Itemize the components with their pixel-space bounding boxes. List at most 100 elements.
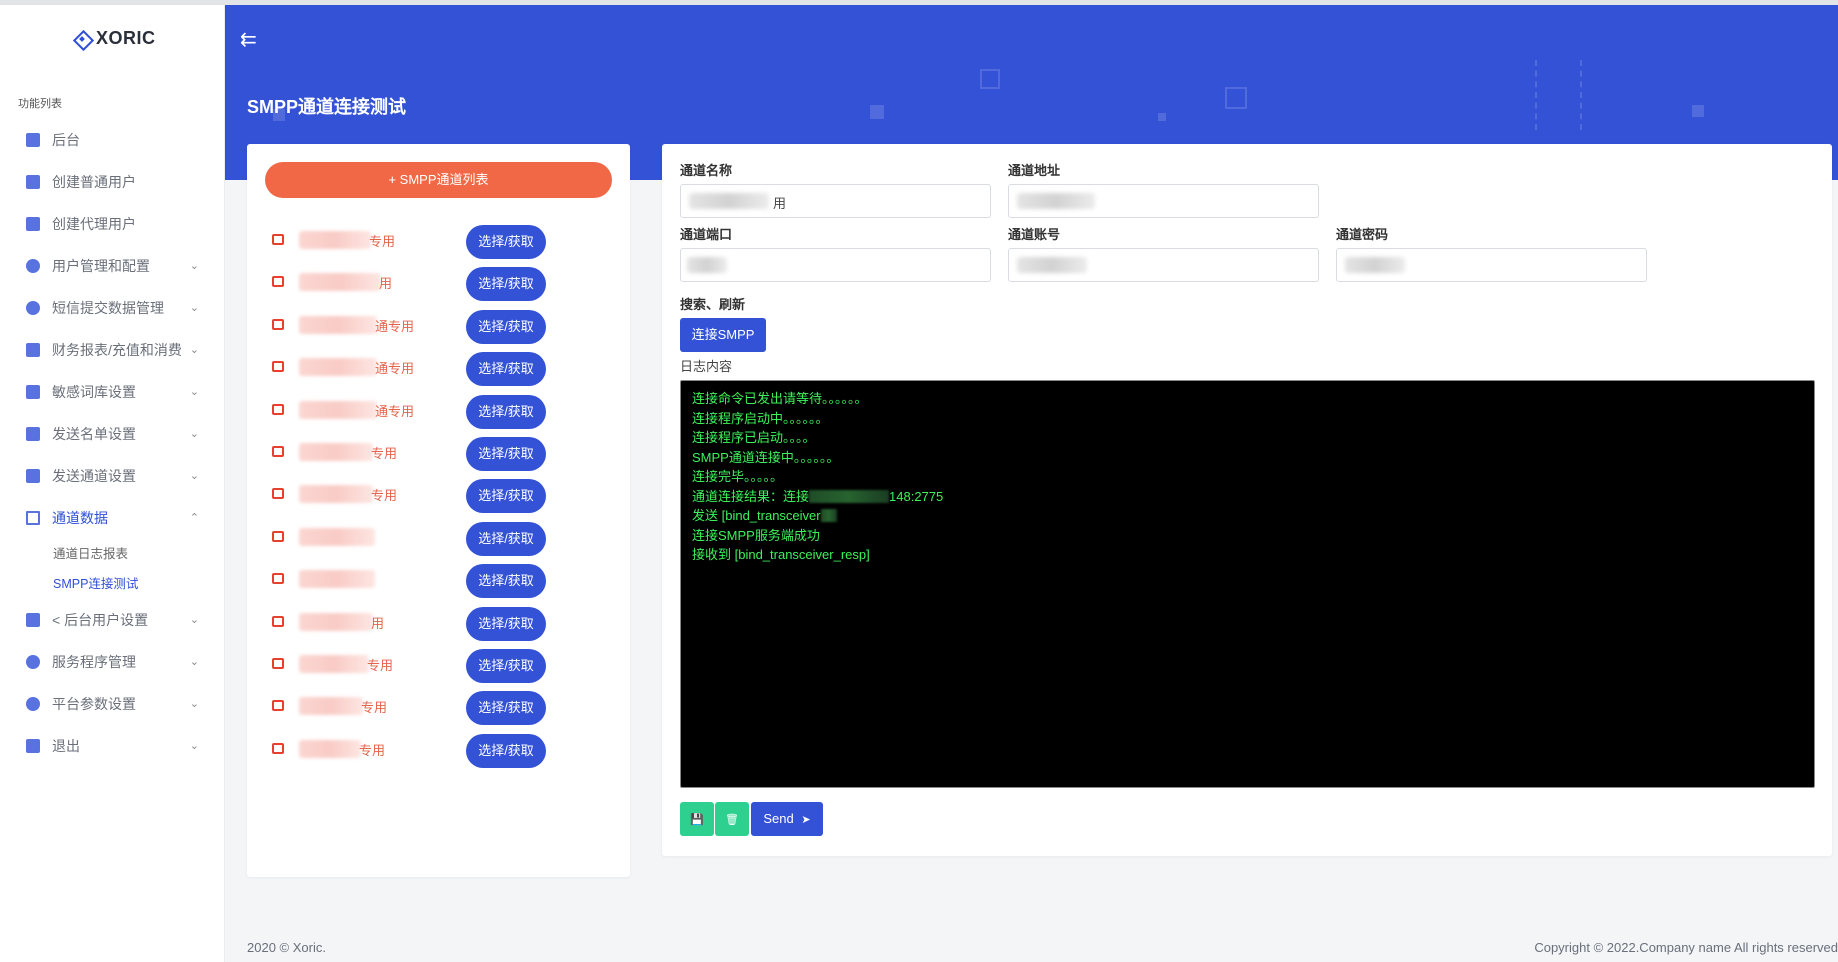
- menu-item-icon: [26, 655, 40, 669]
- decor-dash: [1535, 60, 1537, 130]
- sidebar-item-label: < 后台用户设置: [52, 612, 149, 628]
- sidebar-item[interactable]: 退出 ⌄: [0, 725, 225, 767]
- channel-name-suffix: 通专用: [375, 403, 415, 419]
- select-channel-button[interactable]: 选择/获取: [466, 309, 546, 344]
- channel-row: 专用 选择/获取: [247, 224, 630, 266]
- channel-name-suffix: 专用: [359, 742, 386, 758]
- channel-name-suffix: 用: [773, 196, 787, 211]
- channel-row: 专用 选择/获取: [247, 690, 630, 732]
- footer-left: 2020 © Xoric.: [247, 940, 326, 955]
- menu-item-icon: [26, 427, 40, 441]
- redacted-channel-name: [299, 231, 371, 249]
- inbox-icon: [272, 530, 284, 542]
- sidebar-item-label: 创建普通用户: [52, 174, 136, 190]
- select-channel-button[interactable]: 选择/获取: [466, 352, 546, 387]
- console-line: 连接程序已启动。。。。: [692, 430, 816, 445]
- sidebar-item[interactable]: 服务程序管理 ⌄: [0, 641, 225, 683]
- channel-name-suffix: 专用: [361, 700, 388, 716]
- select-channel-button[interactable]: 选择/获取: [466, 606, 546, 641]
- redacted-value: [1345, 257, 1405, 273]
- sidebar-item[interactable]: 发送通道设置 ⌄: [0, 455, 225, 497]
- console-line: 接收到 [bind_transceiver_resp]: [692, 547, 870, 562]
- channel-name-suffix: 通专用: [375, 318, 415, 334]
- sidebar-item[interactable]: 财务报表/充值和消费 ⌄: [0, 329, 225, 371]
- connect-smpp-button[interactable]: 连接SMPP: [680, 318, 766, 352]
- log-console[interactable]: 连接命令已发出请等待。。。。。。 连接程序启动中。。。。。。 连接程序已启动。。。。…: [680, 380, 1815, 788]
- select-channel-button[interactable]: 选择/获取: [466, 733, 546, 768]
- console-line: 连接完毕。。。。。: [692, 469, 784, 484]
- save-button[interactable]: 💾: [680, 802, 714, 836]
- sidebar-item-label: 用户管理和配置: [52, 258, 150, 274]
- chevron-down-icon: ⌄: [189, 698, 199, 710]
- logo[interactable]: XORIC: [74, 28, 156, 49]
- menu-item-icon: [26, 343, 40, 357]
- sidebar: XORIC 功能列表 后台创建普通用户 创建代理用户 用户管理和配置 ⌄ 短信提交数据管…: [0, 5, 225, 962]
- channel-name-input[interactable]: 用: [680, 184, 991, 218]
- sidebar-item[interactable]: 创建代理用户: [0, 203, 225, 245]
- channel-name-suffix: 用: [371, 615, 385, 631]
- sidebar-item[interactable]: 创建普通用户: [0, 161, 225, 203]
- decor-dash: [1580, 60, 1582, 130]
- sidebar-item[interactable]: 短信提交数据管理 ⌄: [0, 287, 225, 329]
- menu-item-icon: [26, 175, 40, 189]
- menu-collapse-icon[interactable]: ⇇: [240, 27, 257, 52]
- select-channel-button[interactable]: 选择/获取: [466, 521, 546, 556]
- select-channel-button[interactable]: 选择/获取: [466, 394, 546, 429]
- trash-icon: 🗑: [725, 814, 739, 826]
- channel-address-label: 通道地址: [1008, 163, 1061, 178]
- inbox-icon: [272, 276, 284, 288]
- menu-section-title: 功能列表: [18, 98, 62, 110]
- sidebar-menu: 后台创建普通用户 创建代理用户 用户管理和配置 ⌄ 短信提交数据管理 ⌄ 财务报表/充值和消…: [0, 119, 225, 767]
- decor-dot: [1158, 113, 1166, 121]
- channel-password-input[interactable]: [1336, 248, 1647, 282]
- channel-name-suffix: 专用: [371, 445, 398, 461]
- select-channel-button[interactable]: 选择/获取: [466, 436, 546, 471]
- select-channel-button[interactable]: 选择/获取: [466, 267, 546, 302]
- inbox-icon: [272, 742, 284, 754]
- select-channel-button[interactable]: 选择/获取: [466, 691, 546, 726]
- inbox-icon: [272, 234, 284, 245]
- sidebar-item[interactable]: 后台: [0, 119, 225, 161]
- chevron-down-icon: ⌄: [189, 260, 199, 272]
- redacted-channel-name: [299, 485, 373, 504]
- log-content-label: 日志内容: [680, 359, 733, 374]
- sidebar-item-label: 创建代理用户: [52, 216, 136, 232]
- redacted-value: [1017, 257, 1087, 273]
- console-line: 连接命令已发出请等待。。。。。。: [692, 391, 868, 406]
- send-button[interactable]: Send ➤: [751, 802, 823, 836]
- select-channel-button[interactable]: 选择/获取: [466, 479, 546, 514]
- sidebar-subitem[interactable]: 通道日志报表: [0, 539, 225, 569]
- channel-port-label: 通道端口: [680, 227, 733, 242]
- chevron-down-icon: ⌄: [189, 740, 199, 752]
- redacted-channel-name: [299, 315, 377, 334]
- console-line: 连接SMPP服务端成功: [692, 527, 820, 543]
- sidebar-item[interactable]: 用户管理和配置 ⌄: [0, 245, 225, 287]
- redacted-channel-name: [299, 612, 373, 631]
- sidebar-subitem[interactable]: SMPP连接测试: [0, 569, 225, 599]
- menu-item-icon: [26, 511, 40, 525]
- inbox-icon: [272, 445, 284, 457]
- channel-list-button[interactable]: + SMPP通道列表: [265, 162, 612, 198]
- sidebar-item[interactable]: 敏感词库设置 ⌄: [0, 371, 225, 413]
- sidebar-item[interactable]: 发送名单设置 ⌄: [0, 413, 225, 455]
- brand-name: XORIC: [96, 28, 156, 48]
- sidebar-item[interactable]: 平台参数设置 ⌄: [0, 683, 225, 725]
- channel-port-input[interactable]: [680, 248, 991, 282]
- inbox-icon: [272, 615, 284, 627]
- chevron-down-icon: ⌄: [189, 344, 199, 356]
- sidebar-item[interactable]: 通道数据 ⌃: [0, 497, 225, 539]
- channel-account-label: 通道账号: [1008, 227, 1061, 242]
- select-channel-button[interactable]: 选择/获取: [466, 225, 546, 259]
- select-channel-button[interactable]: 选择/获取: [466, 648, 546, 683]
- sidebar-item-label: 敏感词库设置: [52, 384, 136, 400]
- redacted-channel-name: [299, 442, 373, 461]
- channel-address-input[interactable]: [1008, 184, 1319, 218]
- sidebar-item[interactable]: < 后台用户设置 ⌄: [0, 599, 225, 641]
- page-title: SMPP通道连接测试: [247, 97, 407, 117]
- delete-button[interactable]: 🗑: [715, 802, 749, 836]
- chevron-up-icon: ⌃: [189, 512, 199, 524]
- channel-account-input[interactable]: [1008, 248, 1319, 282]
- select-channel-button[interactable]: 选择/获取: [466, 564, 546, 599]
- menu-item-icon: [26, 217, 40, 231]
- menu-item-icon: [26, 739, 40, 753]
